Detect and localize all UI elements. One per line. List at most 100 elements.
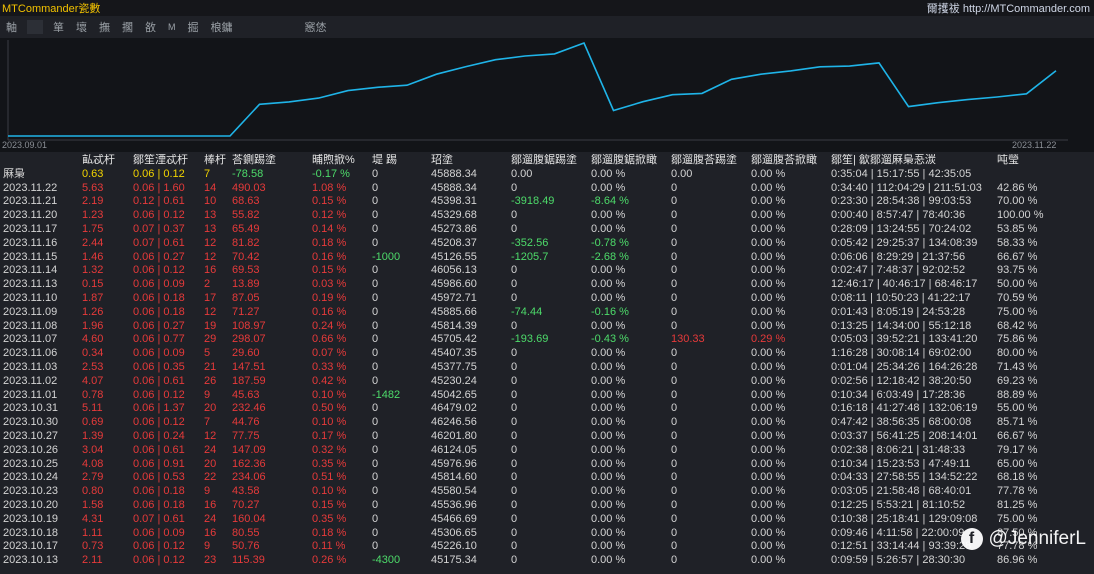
table-cell: 0: [511, 554, 518, 567]
table-row[interactable]: 2023.11.13 0.15 0.06 | 0.09 2 13.89 0.03 % 0 45…: [0, 278, 1094, 292]
table-cell: 46124.05: [431, 443, 477, 456]
summary-cell: 7: [204, 167, 211, 180]
table-cell: 0: [372, 498, 379, 511]
table-cell: 2023.11.16: [3, 236, 58, 249]
watermark-text: @JenniferL: [988, 528, 1086, 549]
table-row[interactable]: 2023.10.30 0.69 0.06 | 0.12 7 44.76 0.10 % 0 46…: [0, 416, 1094, 430]
table-cell: 45175.34: [431, 554, 477, 567]
table-row[interactable]: 2023.11.01 0.78 0.06 | 0.12 9 45.63 0.10 % -14…: [0, 389, 1094, 403]
table-cell: 0.00 %: [591, 278, 626, 291]
table-cell: 0.00 %: [751, 388, 786, 401]
table-row[interactable]: 2023.11.10 1.87 0.06 | 0.18 17 87.05 0.19 % 0 4…: [0, 292, 1094, 306]
table-row[interactable]: 2023.11.16 2.44 0.07 | 0.61 12 81.82 0.18 % 0 4…: [0, 237, 1094, 251]
table-cell: 0.06 | 0.91: [133, 457, 185, 470]
summary-cell: 0.00: [511, 167, 533, 180]
table-row[interactable]: 2023.10.31 5.11 0.06 | 1.37 20 232.46 0.50 % 0…: [0, 402, 1094, 416]
table-row[interactable]: 2023.11.21 2.19 0.12 | 0.61 10 68.63 0.15 % 0 4…: [0, 195, 1094, 209]
table-cell: 0: [671, 512, 678, 525]
column-header-8[interactable]: 鄒遛腹鋸踢塗: [508, 154, 588, 168]
chart-x-start-label: 2023.09.01: [2, 140, 48, 150]
table-cell: 2023.11.01: [3, 388, 58, 401]
table-cell: 2.11: [82, 554, 103, 567]
toolbar-item-3[interactable]: 撫: [93, 19, 116, 35]
table-row[interactable]: 2023.10.17 0.73 0.06 | 0.12 9 50.76 0.11 % 0 45…: [0, 540, 1094, 554]
table-cell: 0.06 | 0.12: [133, 554, 185, 567]
table-cell: 13: [204, 209, 217, 222]
column-header-12[interactable]: 鄒笙| 歙鄒遛厤梟忢湠: [828, 154, 994, 168]
table-cell: 0: [671, 291, 678, 304]
toolbar-item-2[interactable]: 壞: [70, 19, 93, 35]
table-row[interactable]: 2023.10.26 3.04 0.06 | 0.61 24 147.09 0.32 % 0…: [0, 444, 1094, 458]
column-header-3[interactable]: 棒杅: [201, 154, 229, 168]
table-cell: 0.66 %: [312, 333, 347, 346]
table-row[interactable]: 2023.10.23 0.80 0.06 | 0.18 9 43.58 0.10 % 0 45…: [0, 485, 1094, 499]
table-cell: 12: [204, 236, 217, 249]
table-cell: 0.00 %: [591, 429, 626, 442]
column-header-1[interactable]: 畆忒杅: [79, 154, 130, 168]
column-header-4[interactable]: 荅鍘踢塗: [229, 154, 309, 168]
table-cell: 0: [372, 443, 379, 456]
watermark: f @JenniferL: [960, 528, 1086, 550]
column-header-5[interactable]: 晡煦掀%: [309, 154, 369, 168]
toolbar-item-4[interactable]: 擱: [116, 19, 139, 35]
table-cell: 0: [372, 471, 379, 484]
table-row[interactable]: 2023.10.20 1.58 0.06 | 0.18 16 70.27 0.15 % 0 4…: [0, 499, 1094, 513]
table-row[interactable]: 2023.11.14 1.32 0.06 | 0.12 16 69.53 0.15 % 0 4…: [0, 264, 1094, 278]
table-row[interactable]: 2023.11.20 1.23 0.06 | 0.12 13 55.82 0.12 % 0 4…: [0, 209, 1094, 223]
table-cell: 1.58: [82, 498, 104, 511]
toolbar-item-7[interactable]: 掘: [182, 19, 205, 35]
table-cell: 2023.10.27: [3, 429, 59, 442]
table-row[interactable]: 2023.11.09 1.26 0.06 | 0.18 12 71.27 0.16 % 0 4…: [0, 306, 1094, 320]
toolbar-item-5[interactable]: 敋: [139, 19, 162, 35]
table-body: 厤梟 0.63 0.06 | 0.12 7 -78.58 -0.17 % 0 4…: [0, 168, 1094, 568]
table-cell: 0: [671, 554, 678, 567]
app-title: MTCommander瓷數: [2, 3, 101, 15]
table-cell: 0: [671, 181, 678, 194]
table-row[interactable]: 2023.11.03 2.53 0.06 | 0.35 21 147.51 0.33 % 0…: [0, 361, 1094, 375]
table-cell: 66.67 %: [997, 250, 1038, 263]
table-cell: 0:13:25 | 14:34:00 | 55:12:18: [831, 319, 972, 332]
table-row[interactable]: 2023.10.24 2.79 0.06 | 0.53 22 234.06 0.51 % 0…: [0, 471, 1094, 485]
table-cell: 0.10 %: [312, 485, 347, 498]
table-row[interactable]: 2023.10.18 1.11 0.06 | 0.09 16 80.55 0.18 % 0 4…: [0, 527, 1094, 541]
table-row[interactable]: 2023.11.17 1.75 0.07 | 0.37 13 65.49 0.14 % 0 4…: [0, 223, 1094, 237]
table-cell: 0: [511, 264, 518, 277]
toolbar-item-0[interactable]: 軸: [0, 19, 23, 35]
table-cell: 0.07 | 0.61: [133, 512, 185, 525]
table-cell: 77.75: [232, 429, 260, 442]
facebook-icon: f: [960, 528, 983, 550]
toolbar-swatch[interactable]: [27, 20, 43, 34]
toolbar-item-8[interactable]: 桹鏞: [205, 19, 239, 35]
table-cell: 46479.02: [431, 402, 477, 415]
table-row[interactable]: 2023.10.19 4.31 0.07 | 0.61 24 160.04 0.35 % 0…: [0, 513, 1094, 527]
table-cell: 2023.11.09: [3, 305, 58, 318]
site-link[interactable]: 爾擭祓 http://MTCommander.com: [927, 0, 1094, 16]
table-row[interactable]: 2023.11.02 4.07 0.06 | 0.61 26 187.59 0.42 % 0…: [0, 375, 1094, 389]
column-header-9[interactable]: 鄒遛腹鋸掀瞰: [588, 154, 668, 168]
column-header-13[interactable]: 吨瑩: [994, 154, 1094, 168]
table-cell: 0.00 %: [751, 195, 786, 208]
column-header-2[interactable]: 鄒笙湮忒杅: [130, 154, 201, 168]
summary-row[interactable]: 厤梟 0.63 0.06 | 0.12 7 -78.58 -0.17 % 0 4…: [0, 168, 1094, 182]
table-row[interactable]: 2023.11.07 4.60 0.06 | 0.77 29 298.07 0.66 % 0…: [0, 333, 1094, 347]
table-row[interactable]: 2023.10.13 2.11 0.06 | 0.12 23 115.39 0.26 % -…: [0, 554, 1094, 568]
table-cell: 0.00 %: [751, 485, 786, 498]
table-row[interactable]: 2023.11.22 5.63 0.06 | 1.60 14 490.03 1.08 % 0…: [0, 182, 1094, 196]
table-row[interactable]: 2023.10.27 1.39 0.06 | 0.24 12 77.75 0.17 % 0 4…: [0, 430, 1094, 444]
column-header-6[interactable]: 堤 踢: [369, 154, 428, 168]
column-header-10[interactable]: 鄒遛腹荅踢塗: [668, 154, 748, 168]
table-row[interactable]: 2023.11.06 0.34 0.06 | 0.09 5 29.60 0.07 % 0 45…: [0, 347, 1094, 361]
table-row[interactable]: 2023.11.15 1.46 0.06 | 0.27 12 70.42 0.16 % -1…: [0, 251, 1094, 265]
table-row[interactable]: 2023.10.25 4.08 0.06 | 0.91 20 162.36 0.35 % 0…: [0, 458, 1094, 472]
table-row[interactable]: 2023.11.08 1.96 0.06 | 0.27 19 108.97 0.24 % 0…: [0, 320, 1094, 334]
table-cell: 0.06 | 0.18: [133, 305, 185, 318]
table-cell: 162.36: [232, 457, 266, 470]
toolbar-item-6[interactable]: M: [162, 22, 182, 32]
column-header-0[interactable]: [0, 154, 79, 168]
table-cell: 24: [204, 512, 217, 525]
table-cell: 93.75 %: [997, 264, 1038, 277]
toolbar-item-1[interactable]: 箪: [47, 19, 70, 35]
column-header-7[interactable]: 玿塗: [428, 154, 508, 168]
toolbar-item-9[interactable]: 窸恷: [299, 19, 333, 35]
column-header-11[interactable]: 鄒遛腹荅掀瞰: [748, 154, 828, 168]
